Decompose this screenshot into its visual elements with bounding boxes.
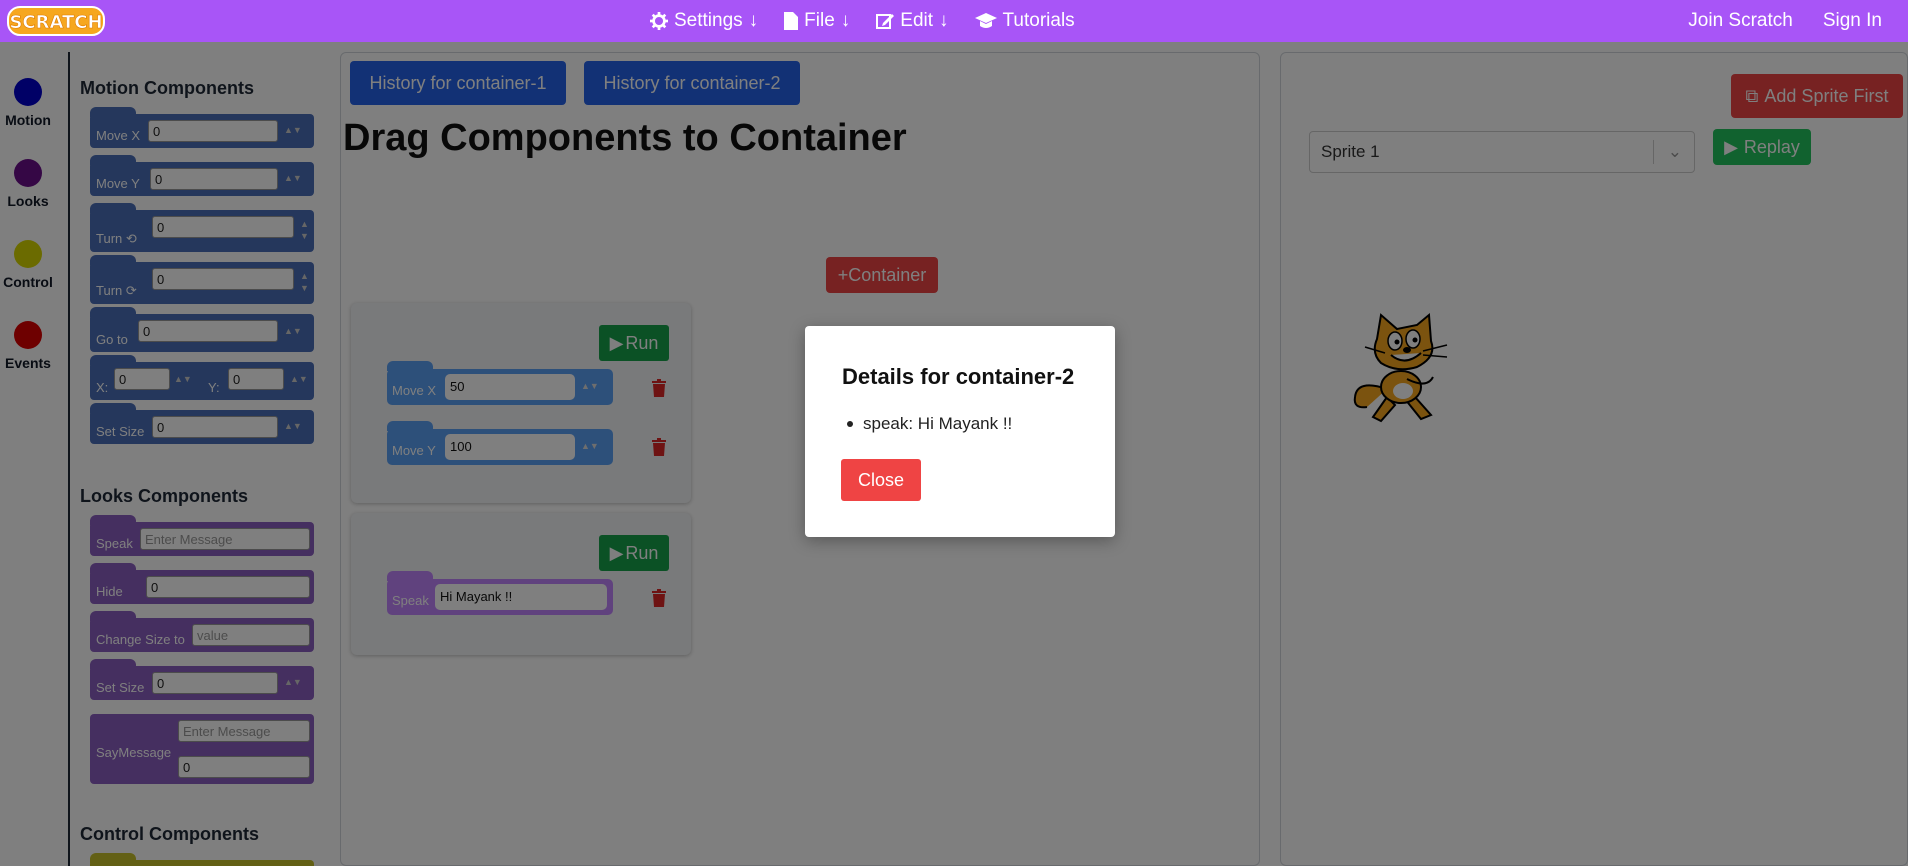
top-navbar: SCRATCH Settings ↓ File ↓ Edit ↓ Tutoria… xyxy=(0,0,1908,42)
file-menu[interactable]: File ↓ xyxy=(784,10,850,32)
tutorials-menu[interactable]: Tutorials xyxy=(974,10,1075,32)
join-scratch-link[interactable]: Join Scratch xyxy=(1688,10,1793,32)
settings-menu[interactable]: Settings ↓ xyxy=(650,10,758,32)
close-button[interactable]: Close xyxy=(841,459,921,501)
modal-list-item: speak: Hi Mayank !! xyxy=(842,414,1012,434)
edit-menu[interactable]: Edit ↓ xyxy=(876,10,949,32)
nav-menu: Settings ↓ File ↓ Edit ↓ Tutorials xyxy=(650,0,1075,42)
modal-title: Details for container-2 xyxy=(842,364,1075,389)
edit-label: Edit xyxy=(900,10,934,31)
modal-item-text: speak: Hi Mayank !! xyxy=(863,414,1013,433)
nav-account: Join Scratch Sign In xyxy=(1688,0,1882,42)
gear-icon xyxy=(650,12,668,30)
tutorials-label: Tutorials xyxy=(1002,10,1075,31)
graduation-cap-icon xyxy=(974,13,997,28)
bullet-icon xyxy=(847,421,853,427)
arrow-down-icon: ↓ xyxy=(939,10,949,31)
sign-in-link[interactable]: Sign In xyxy=(1823,10,1882,32)
edit-icon xyxy=(876,14,895,29)
settings-label: Settings xyxy=(674,10,743,31)
scratch-logo[interactable]: SCRATCH xyxy=(6,3,106,39)
file-icon xyxy=(784,12,799,30)
container-details-modal: Details for container-2 speak: Hi Mayank… xyxy=(805,326,1115,537)
file-label: File xyxy=(804,10,835,31)
logo-text: SCRATCH xyxy=(9,12,102,33)
arrow-down-icon: ↓ xyxy=(840,10,851,31)
arrow-down-icon: ↓ xyxy=(748,10,759,31)
